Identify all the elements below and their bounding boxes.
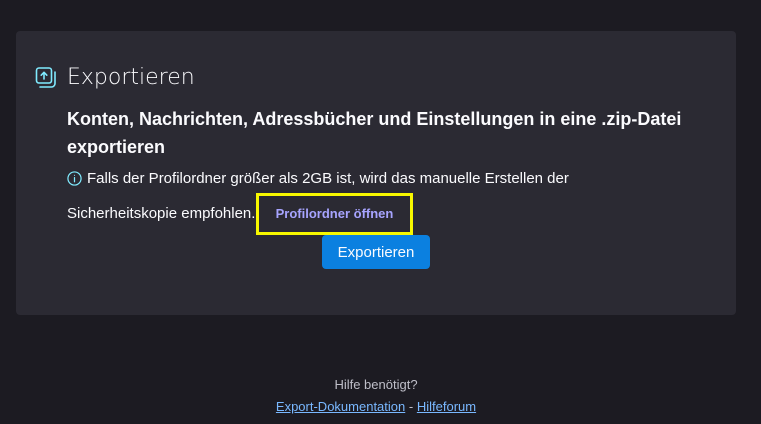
export-card: Exportieren Konten, Nachrichten, Adressb… xyxy=(16,31,736,315)
help-question: Hilfe benötigt? xyxy=(334,377,418,392)
export-upload-icon xyxy=(34,66,58,90)
export-button[interactable]: Exportieren xyxy=(322,235,430,269)
export-heading: Konten, Nachrichten, Adressbücher und Ei… xyxy=(67,109,682,157)
export-header: Exportieren xyxy=(34,65,195,90)
page-title: Exportieren xyxy=(67,65,195,90)
highlight-box: Profilordner öffnen xyxy=(255,193,414,235)
info-circle-icon xyxy=(67,168,82,186)
help-section: Hilfe benötigt? Export-Dokumentation - H… xyxy=(0,374,752,418)
help-forum-link[interactable]: Hilfeforum xyxy=(417,399,476,414)
profile-size-info: Falls der Profilordner größer als 2GB is… xyxy=(67,165,627,235)
help-links: Export-Dokumentation - Hilfeforum xyxy=(0,396,752,418)
export-documentation-link[interactable]: Export-Dokumentation xyxy=(276,399,405,414)
help-link-separator: - xyxy=(408,399,414,414)
open-profile-folder-link[interactable]: Profilordner öffnen xyxy=(276,206,394,221)
